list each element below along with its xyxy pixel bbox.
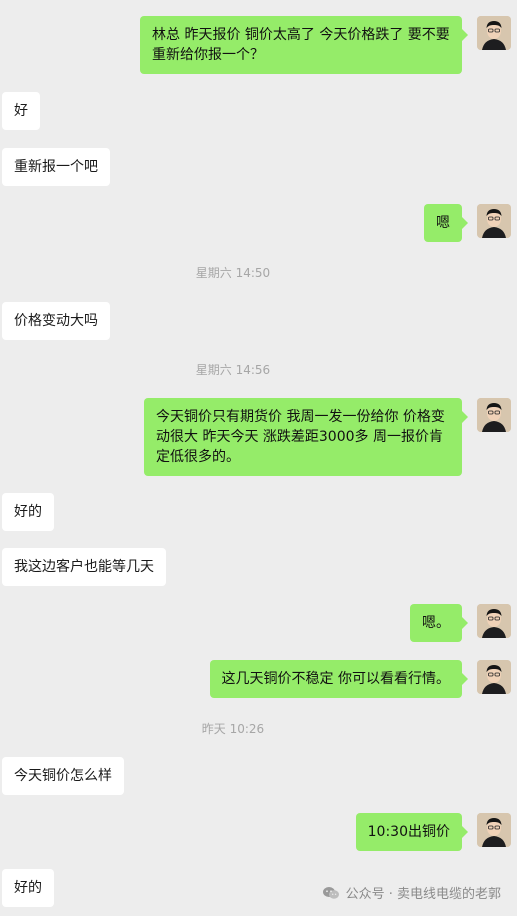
avatar[interactable] [477, 16, 511, 50]
message-bubble-incoming[interactable]: 我这边客户也能等几天 [2, 548, 166, 586]
avatar[interactable] [477, 398, 511, 432]
avatar[interactable] [477, 604, 511, 638]
chat-area: 林总 昨天报价 铜价太高了 今天价格跌了 要不要重新给你报一个？ 好 重新报一个… [0, 0, 517, 916]
watermark: 公众号 · 卖电线电缆的老郭 [322, 883, 501, 902]
avatar[interactable] [477, 660, 511, 694]
message-bubble-outgoing[interactable]: 嗯。 [410, 604, 468, 642]
message-bubble-outgoing[interactable]: 林总 昨天报价 铜价太高了 今天价格跌了 要不要重新给你报一个？ [140, 16, 468, 74]
message-timestamp: 星期六 14:50 [195, 266, 271, 280]
person-avatar-icon [477, 398, 511, 432]
message-bubble-incoming[interactable]: 重新报一个吧 [2, 148, 110, 186]
message-bubble-outgoing[interactable]: 嗯 [424, 204, 468, 242]
message-timestamp: 星期六 14:56 [195, 363, 271, 377]
message-bubble-incoming[interactable]: 好 [2, 92, 40, 130]
message-timestamp: 昨天 10:26 [201, 722, 265, 736]
message-bubble-outgoing[interactable]: 10:30出铜价 [355, 813, 469, 851]
person-avatar-icon [477, 204, 511, 238]
message-bubble-incoming[interactable]: 今天铜价怎么样 [2, 757, 124, 795]
person-avatar-icon [477, 604, 511, 638]
person-avatar-icon [477, 813, 511, 847]
avatar[interactable] [477, 813, 511, 847]
message-bubble-incoming[interactable]: 好的 [2, 869, 54, 907]
message-bubble-incoming[interactable]: 价格变动大吗 [2, 302, 110, 340]
wechat-official-account-icon [322, 886, 339, 899]
avatar[interactable] [477, 204, 511, 238]
person-avatar-icon [477, 16, 511, 50]
message-bubble-outgoing[interactable]: 今天铜价只有期货价 我周一发一份给你 价格变动很大 昨天今天 涨跌差距3000多… [144, 398, 468, 476]
message-bubble-incoming[interactable]: 好的 [2, 493, 54, 531]
watermark-text: 公众号 · 卖电线电缆的老郭 [345, 887, 501, 902]
message-bubble-outgoing[interactable]: 这几天铜价不稳定 你可以看看行情。 [209, 660, 469, 698]
person-avatar-icon [477, 660, 511, 694]
